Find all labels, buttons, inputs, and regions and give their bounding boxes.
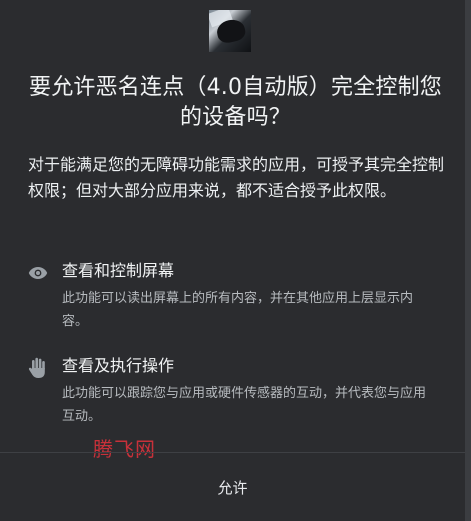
permission-title: 查看和控制屏幕 [62, 261, 175, 280]
dialog-description: 对于能满足您的无障碍功能需求的应用，可授予其完全控制权限；但对大部分应用来说，都… [28, 155, 445, 200]
eye-icon [28, 263, 48, 283]
hand-icon [28, 357, 48, 378]
allow-button[interactable]: 允许 [0, 453, 465, 521]
permission-dialog: 要允许恶名连点（4.0自动版）完全控制您的设备吗？ 对于能满足您的无障碍功能需求… [0, 0, 471, 521]
permission-title: 查看及执行操作 [62, 356, 175, 375]
permission-description: 此功能可以跟踪您与应用或硬件传感器的互动，并代表您与应用互动。 [62, 386, 427, 424]
permission-description: 此功能可以读出屏幕上的所有内容，并在其他应用上层显示内容。 [62, 291, 414, 329]
window-edge [465, 0, 471, 521]
dialog-title: 要允许恶名连点（4.0自动版）完全控制您的设备吗？ [29, 75, 442, 130]
app-icon [209, 10, 251, 52]
